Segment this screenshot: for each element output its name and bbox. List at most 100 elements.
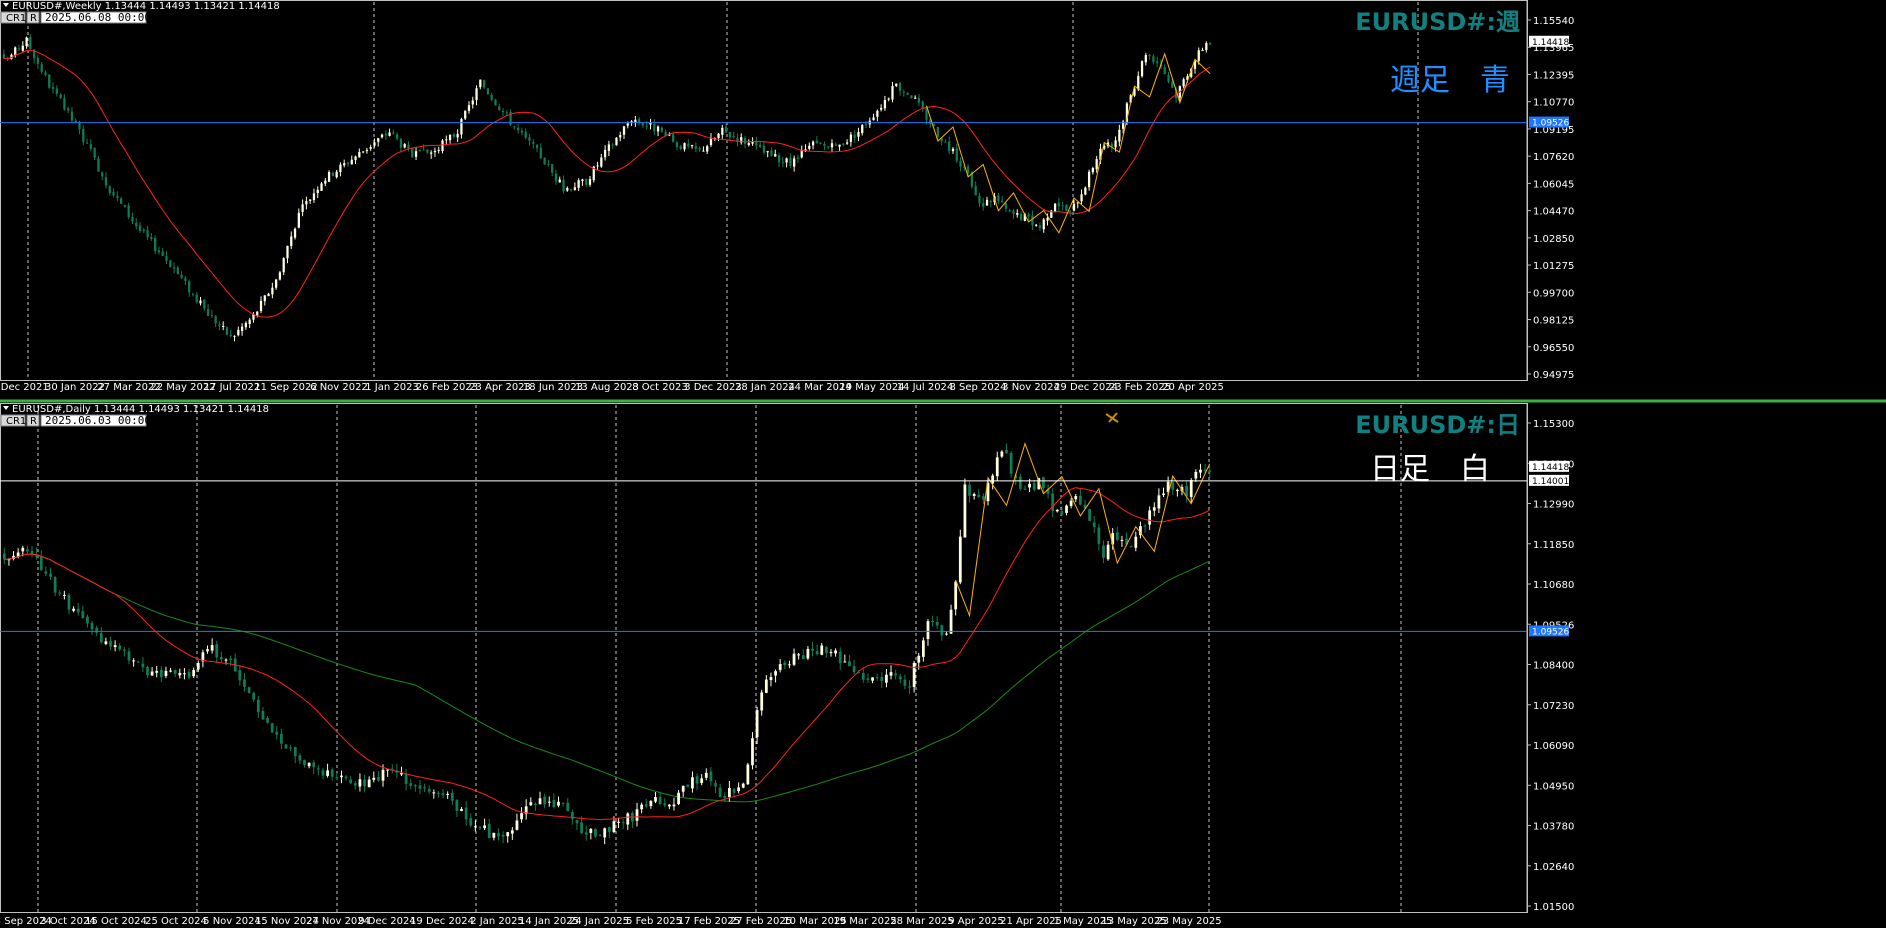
panel-daily: 1.153001.141001.129901.118501.106801.095… <box>0 399 1886 927</box>
candle-body <box>1091 168 1095 173</box>
candle-body <box>622 126 626 135</box>
candle-body <box>1060 511 1064 515</box>
candle-body <box>894 673 898 676</box>
candle-body <box>819 142 822 144</box>
candle-body <box>641 122 645 126</box>
candle-body <box>880 676 884 681</box>
candle-body <box>603 828 607 838</box>
candle-body <box>1148 510 1152 525</box>
candle-body <box>1084 187 1087 195</box>
date-label: 3 Dec 2023 <box>684 382 742 393</box>
candle-body <box>252 692 256 700</box>
candle-body <box>244 322 248 328</box>
candle-body <box>781 161 784 163</box>
candle-body <box>766 151 769 153</box>
candle-body <box>702 150 705 152</box>
candle-body <box>361 151 365 153</box>
candle-body <box>728 132 732 138</box>
candle-body <box>482 80 486 88</box>
candle-body <box>598 835 602 837</box>
candle-body <box>224 659 228 661</box>
candle-body <box>70 111 74 121</box>
candle-body <box>695 776 699 784</box>
date-label: 5 Feb 2025 <box>626 916 682 927</box>
candle-body <box>513 126 516 128</box>
candle-body <box>600 157 603 167</box>
candle-body <box>889 672 893 676</box>
candle-body <box>176 267 179 275</box>
candle-body <box>656 126 660 132</box>
price-label: 0.94975 <box>1533 370 1574 381</box>
candle-body <box>418 785 422 789</box>
candle-body <box>524 131 527 138</box>
candle-body <box>1035 224 1038 226</box>
candle-body <box>286 245 289 259</box>
candle-body <box>683 143 686 150</box>
collapse-triangle-icon[interactable] <box>3 3 9 7</box>
price-tag-label: 1.14418 <box>1532 463 1569 473</box>
candle-body <box>430 152 433 154</box>
candle-body <box>551 164 554 173</box>
candle-body <box>649 800 653 807</box>
candle-body <box>280 733 283 744</box>
candle-body <box>974 186 977 196</box>
datetime-box-value: 2025.06.03 00:00 <box>45 414 151 427</box>
candle-body <box>195 294 198 303</box>
candle-body <box>1042 477 1045 489</box>
candle-body <box>437 149 440 151</box>
candle-body <box>26 549 29 552</box>
candle-body <box>298 755 302 761</box>
candle-body <box>270 723 274 733</box>
candle-body <box>467 105 471 111</box>
candle-body <box>349 779 353 784</box>
candles <box>2 443 1212 845</box>
candle-body <box>53 577 57 593</box>
candle-body <box>955 148 958 161</box>
date-label: 23 May 2025 <box>1156 916 1221 927</box>
candle-body <box>588 179 592 185</box>
candle-body <box>427 788 431 792</box>
candle-body <box>829 652 833 654</box>
candle-body <box>365 150 369 152</box>
candle-body <box>303 760 306 766</box>
candle-body <box>691 777 694 789</box>
candle-body <box>861 125 864 134</box>
candle-body <box>82 128 85 142</box>
candle-body <box>278 272 282 280</box>
date-label: 25 Oct 2024 <box>145 916 207 927</box>
candle-body <box>1018 476 1022 489</box>
candle-body <box>29 36 32 50</box>
candle-body <box>392 132 395 134</box>
date-label: 2 Jan 2025 <box>470 916 524 927</box>
candle-body <box>1004 202 1008 209</box>
price-label: 1.10770 <box>1533 98 1574 109</box>
candle-body <box>407 144 410 149</box>
r-button-label: R <box>30 13 37 24</box>
candle-body <box>324 180 327 184</box>
candle-body <box>903 679 907 686</box>
candle-body <box>448 134 452 141</box>
price-label: 1.15300 <box>1533 419 1574 430</box>
candle-body <box>1129 546 1133 548</box>
collapse-triangle-icon[interactable] <box>3 406 9 410</box>
candle-body <box>1065 505 1068 513</box>
candle-body <box>21 45 24 51</box>
candle-body <box>2 553 6 560</box>
candle-body <box>801 655 805 660</box>
candle-body <box>486 88 490 95</box>
candle-body <box>510 830 514 834</box>
candle-body <box>921 640 925 657</box>
candle-body <box>611 144 614 146</box>
candle-body <box>437 792 440 794</box>
candle-body <box>498 106 501 110</box>
candle-body <box>1143 525 1147 527</box>
candle-body <box>823 143 826 146</box>
candle-body <box>93 147 96 158</box>
candle-body <box>515 820 519 830</box>
candle-body <box>367 779 371 788</box>
candle-body <box>373 142 376 146</box>
candle-body <box>90 622 94 630</box>
candle-body <box>788 664 791 666</box>
candle-body <box>723 796 727 799</box>
candle-body <box>958 536 962 583</box>
